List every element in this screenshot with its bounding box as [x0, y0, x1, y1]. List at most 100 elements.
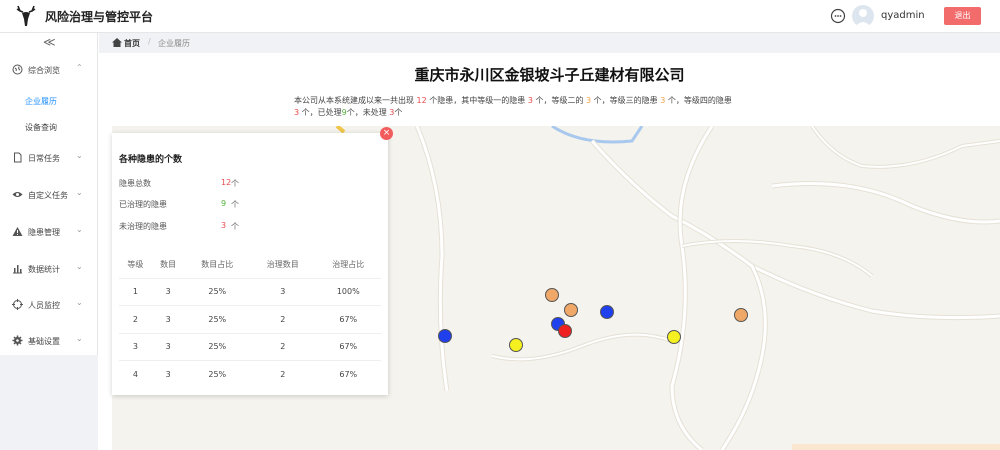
sidebar-item-label: 人员监控 [28, 301, 60, 310]
sidebar-item-label: 综合浏览 [28, 66, 60, 75]
table-cell: 25% [184, 360, 250, 388]
hazard-marker-level3[interactable] [509, 338, 523, 352]
avatar[interactable] [852, 5, 874, 27]
stat-row-total: 隐患总数 12 个 [119, 178, 319, 190]
summary-text: 个 [394, 108, 403, 117]
table-cell: 25% [184, 277, 250, 306]
table-cell: 3 [119, 332, 152, 361]
username[interactable]: qyadmin [881, 10, 925, 21]
table-cell: 2 [119, 305, 152, 333]
table-cell: 100% [315, 277, 381, 306]
page-title: 重庆市永川区金银坡斗子丘建材有限公司 [414, 66, 685, 84]
hazard-marker-level2[interactable] [564, 303, 578, 317]
table-cell: 2 [250, 332, 316, 361]
hazard-level-table: 等级 数目 数目占比 治理数目 治理占比 1 3 25% 3 100% 2 3 … [119, 251, 381, 388]
sidebar-item-label: 自定义任务 [28, 191, 68, 200]
table-cell: 67% [315, 360, 381, 388]
table-header-row: 等级 数目 数目占比 治理数目 治理占比 [119, 251, 381, 278]
stat-label: 未治理的隐患 [119, 222, 167, 231]
sidebar-item-label: 数据统计 [28, 265, 60, 274]
collapse-sidebar-icon[interactable]: ≪ [43, 35, 56, 49]
stat-value: 12 [221, 178, 232, 187]
crosshair-icon [12, 299, 23, 310]
chevron-down-icon: ⌄ [76, 225, 83, 234]
sidebar-item-basic-settings[interactable]: 基础设置 ⌄ [0, 331, 98, 351]
hazard-summary: 本公司从本系统建成以来一共出现 12 个隐患，其中等级一的隐患 3 个，等级二的… [294, 95, 814, 119]
table-row: 1 3 25% 3 100% [119, 277, 381, 306]
stat-value: 3 [221, 221, 227, 230]
panel-title: 各种隐患的个数 [119, 155, 183, 165]
chevron-down-icon: ⌄ [76, 151, 83, 160]
breadcrumb-current: 企业履历 [158, 39, 190, 48]
hazard-marker-level2[interactable] [545, 288, 559, 302]
breadcrumb-home[interactable]: 首页 [124, 38, 140, 49]
stat-row-handled: 已治理的隐患 9 个 [119, 199, 319, 211]
breadcrumb: 首页 / 企业履历 [99, 33, 1000, 53]
chevron-down-icon: ⌄ [76, 334, 83, 343]
sidebar-item-label: 日常任务 [28, 154, 60, 163]
table-cell: 3 [151, 277, 185, 306]
logout-button[interactable]: 退出 [944, 7, 981, 25]
top-bar: 风险治理与管控平台 qyadmin 退出 [0, 0, 1000, 33]
summary-text: 个，已处理 [301, 108, 342, 117]
sidebar-item-statistics[interactable]: 数据统计 ⌄ [0, 259, 98, 279]
sidebar-item-overview[interactable]: 综合浏览 ⌃ [0, 60, 98, 80]
stat-label: 已治理的隐患 [119, 200, 167, 209]
column-header: 治理占比 [332, 259, 365, 269]
table-cell: 67% [315, 305, 381, 333]
table-cell: 3 [151, 360, 185, 388]
table-row: 3 3 25% 2 67% [119, 332, 381, 361]
summary-level1-count: 3 [527, 96, 533, 105]
table-cell: 2 [250, 305, 316, 333]
table-cell: 25% [184, 332, 250, 361]
summary-text: 个，等级四的隐患 [667, 96, 732, 105]
hazard-marker-critical[interactable] [558, 324, 572, 338]
summary-level4-count: 3 [294, 108, 300, 117]
sidebar-item-daily-tasks[interactable]: 日常任务 ⌄ [0, 148, 98, 168]
hazard-marker-level2[interactable] [734, 308, 748, 322]
home-icon [112, 38, 122, 47]
stat-value: 9 [221, 199, 227, 208]
summary-text: 本公司从本系统建成以来一共出现 [294, 96, 414, 105]
sidebar-subitem-company-history[interactable]: 企业履历 [25, 96, 57, 107]
table-cell: 4 [119, 360, 152, 388]
stat-unit: 个 [231, 200, 239, 209]
hazard-marker-level1[interactable] [600, 305, 614, 319]
sidebar-item-label: 隐患管理 [28, 228, 60, 237]
sidebar-subitem-device-query[interactable]: 设备查询 [25, 122, 57, 133]
chevron-up-icon: ⌃ [76, 63, 83, 72]
table-cell: 2 [250, 360, 316, 388]
sidebar-empty-area [0, 355, 98, 450]
chevron-down-icon: ⌄ [76, 262, 83, 271]
summary-text: 个，等级三的隐患 [593, 96, 658, 105]
table-cell: 1 [119, 277, 152, 306]
column-header: 等级 [127, 259, 144, 269]
deer-logo-icon [16, 5, 36, 26]
warning-icon [12, 227, 23, 236]
summary-text: 个隐患，其中等级一的隐患 [429, 96, 526, 105]
sidebar: ≪ 综合浏览 ⌃ 企业履历 设备查询 日常任务 ⌄ 自定义任务 ⌄ 隐患管理 ⌄… [0, 33, 98, 450]
chat-icon[interactable] [830, 8, 846, 24]
sidebar-item-hazard-management[interactable]: 隐患管理 ⌄ [0, 222, 98, 242]
chevron-down-icon: ⌄ [76, 188, 83, 197]
stat-label: 隐患总数 [119, 179, 151, 188]
table-cell: 25% [184, 305, 250, 333]
column-header: 数目占比 [201, 259, 234, 269]
eye-icon [12, 192, 23, 197]
sidebar-item-custom-tasks[interactable]: 自定义任务 ⌄ [0, 185, 98, 205]
table-row: 2 3 25% 2 67% [119, 305, 381, 333]
table-cell: 67% [315, 332, 381, 361]
stat-unit: 个 [231, 179, 239, 188]
summary-text: 个，等级二的 [535, 96, 584, 105]
breadcrumb-separator: / [148, 37, 151, 46]
sidebar-item-personnel-monitor[interactable]: 人员监控 ⌄ [0, 295, 98, 315]
hazard-marker-level3[interactable] [667, 330, 681, 344]
sidebar-item-label: 基础设置 [28, 337, 60, 346]
close-panel-button[interactable]: × [380, 127, 393, 140]
table-cell: 3 [151, 332, 185, 361]
summary-level3-count: 3 [660, 96, 666, 105]
globe-icon [12, 64, 23, 75]
stat-unit: 个 [231, 222, 239, 231]
hazard-marker-level1[interactable] [438, 329, 452, 343]
table-cell: 3 [250, 277, 316, 306]
